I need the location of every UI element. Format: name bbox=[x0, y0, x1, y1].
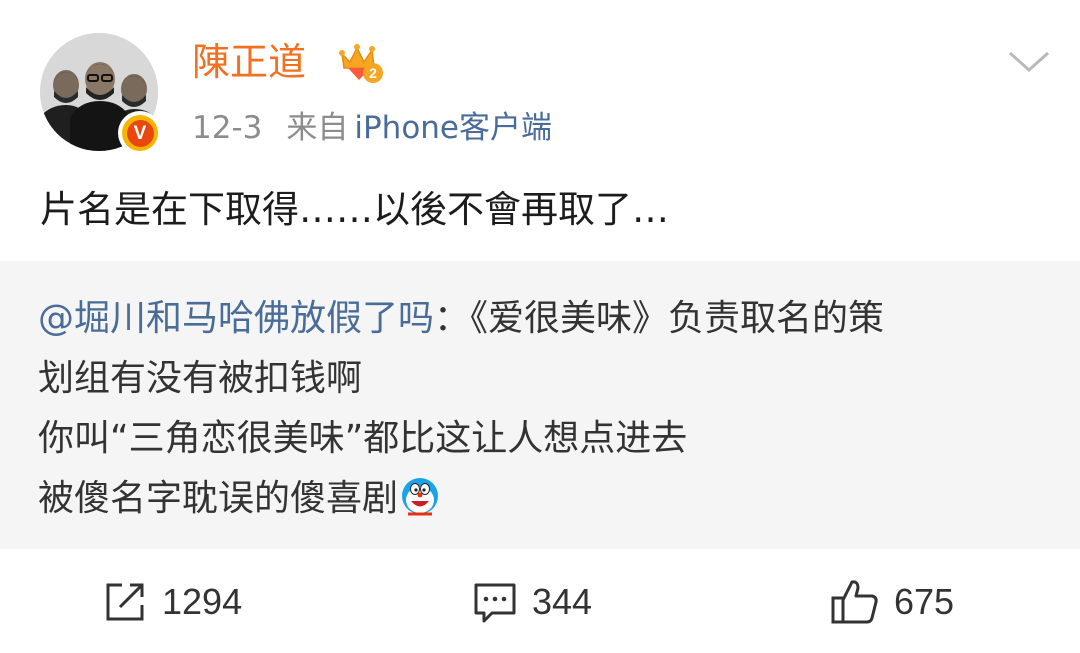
verified-badge-letter: V bbox=[126, 119, 154, 147]
repost-count: 1294 bbox=[162, 581, 243, 622]
verified-badge-ring: V bbox=[122, 115, 158, 151]
source-link[interactable]: iPhone客户端 bbox=[354, 110, 552, 146]
action-bar: 1294 344 675 bbox=[0, 549, 1080, 653]
comment-button[interactable]: 344 bbox=[472, 577, 592, 627]
mention-link[interactable]: @堀川和马哈佛放假了吗 bbox=[38, 298, 434, 339]
thumbs-up-icon bbox=[831, 580, 878, 624]
crown-icon[interactable]: 2 bbox=[338, 42, 384, 84]
verified-badge-icon: V bbox=[118, 111, 162, 155]
retweet-line-4-text: 被傻名字耽误的傻喜剧 bbox=[38, 478, 399, 519]
weibo-post: V 陳正道 2 12-3 来自 iPhone客户端 片名是在下取得……以後不會再取了… bbox=[0, 0, 1080, 653]
retweet-line-2: 划组有没有被扣钱啊 bbox=[38, 358, 363, 399]
repost-icon bbox=[106, 583, 144, 621]
comment-count: 344 bbox=[532, 581, 593, 622]
like-button[interactable]: 675 bbox=[830, 577, 954, 627]
post-text: 片名是在下取得……以後不會再取了… bbox=[40, 188, 669, 231]
retweet-block[interactable]: @堀川和马哈佛放假了吗：《爱很美味》负责取名的策 划组有没有被扣钱啊 你叫“三角… bbox=[0, 261, 1080, 549]
crown-level: 2 bbox=[369, 65, 377, 81]
retweet-text: @堀川和马哈佛放假了吗：《爱很美味》负责取名的策 划组有没有被扣钱啊 你叫“三角… bbox=[38, 289, 1048, 529]
repost-button[interactable]: 1294 bbox=[102, 577, 242, 627]
source-prefix: 来自 bbox=[286, 110, 349, 146]
retweet-line-3: 你叫“三角恋很美味”都比这让人想点进去 bbox=[38, 418, 688, 459]
chevron-down-icon[interactable] bbox=[1006, 48, 1052, 76]
username[interactable]: 陳正道 bbox=[192, 36, 306, 88]
doraemon-icon bbox=[402, 478, 439, 516]
retweet-line-1: @堀川和马哈佛放假了吗：《爱很美味》负责取名的策 bbox=[38, 289, 1048, 349]
like-count: 675 bbox=[894, 581, 955, 622]
post-date: 12-3 bbox=[192, 110, 263, 146]
comment-icon bbox=[474, 583, 516, 623]
retweet-line-4: 被傻名字耽误的傻喜剧 bbox=[38, 469, 1048, 529]
retweet-line-1-text: 《爱很美味》负责取名的策 bbox=[470, 298, 885, 339]
post-meta: 12-3 来自 iPhone客户端 bbox=[192, 106, 552, 150]
retweet-separator: ： bbox=[434, 298, 471, 339]
